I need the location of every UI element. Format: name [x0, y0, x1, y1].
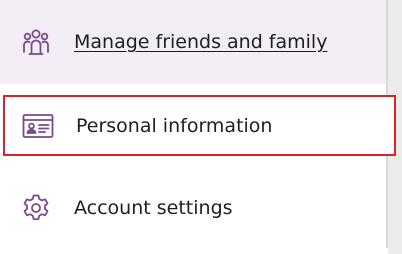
id-card-icon [22, 110, 54, 142]
gear-icon [20, 192, 52, 224]
menu-item-personal-information[interactable]: Personal information [3, 95, 396, 156]
account-dropdown-menu: Manage friends and family Personal infor… [0, 0, 396, 250]
menu-item-label: Personal information [76, 114, 273, 137]
menu-item-manage-friends-family[interactable]: Manage friends and family [0, 0, 386, 84]
menu-item-label: Account settings [74, 197, 233, 219]
screen: Manage friends and family Personal infor… [0, 0, 402, 254]
menu-item-account-settings[interactable]: Account settings [0, 166, 386, 250]
people-icon [20, 26, 52, 58]
menu-item-label: Manage friends and family [74, 31, 328, 53]
